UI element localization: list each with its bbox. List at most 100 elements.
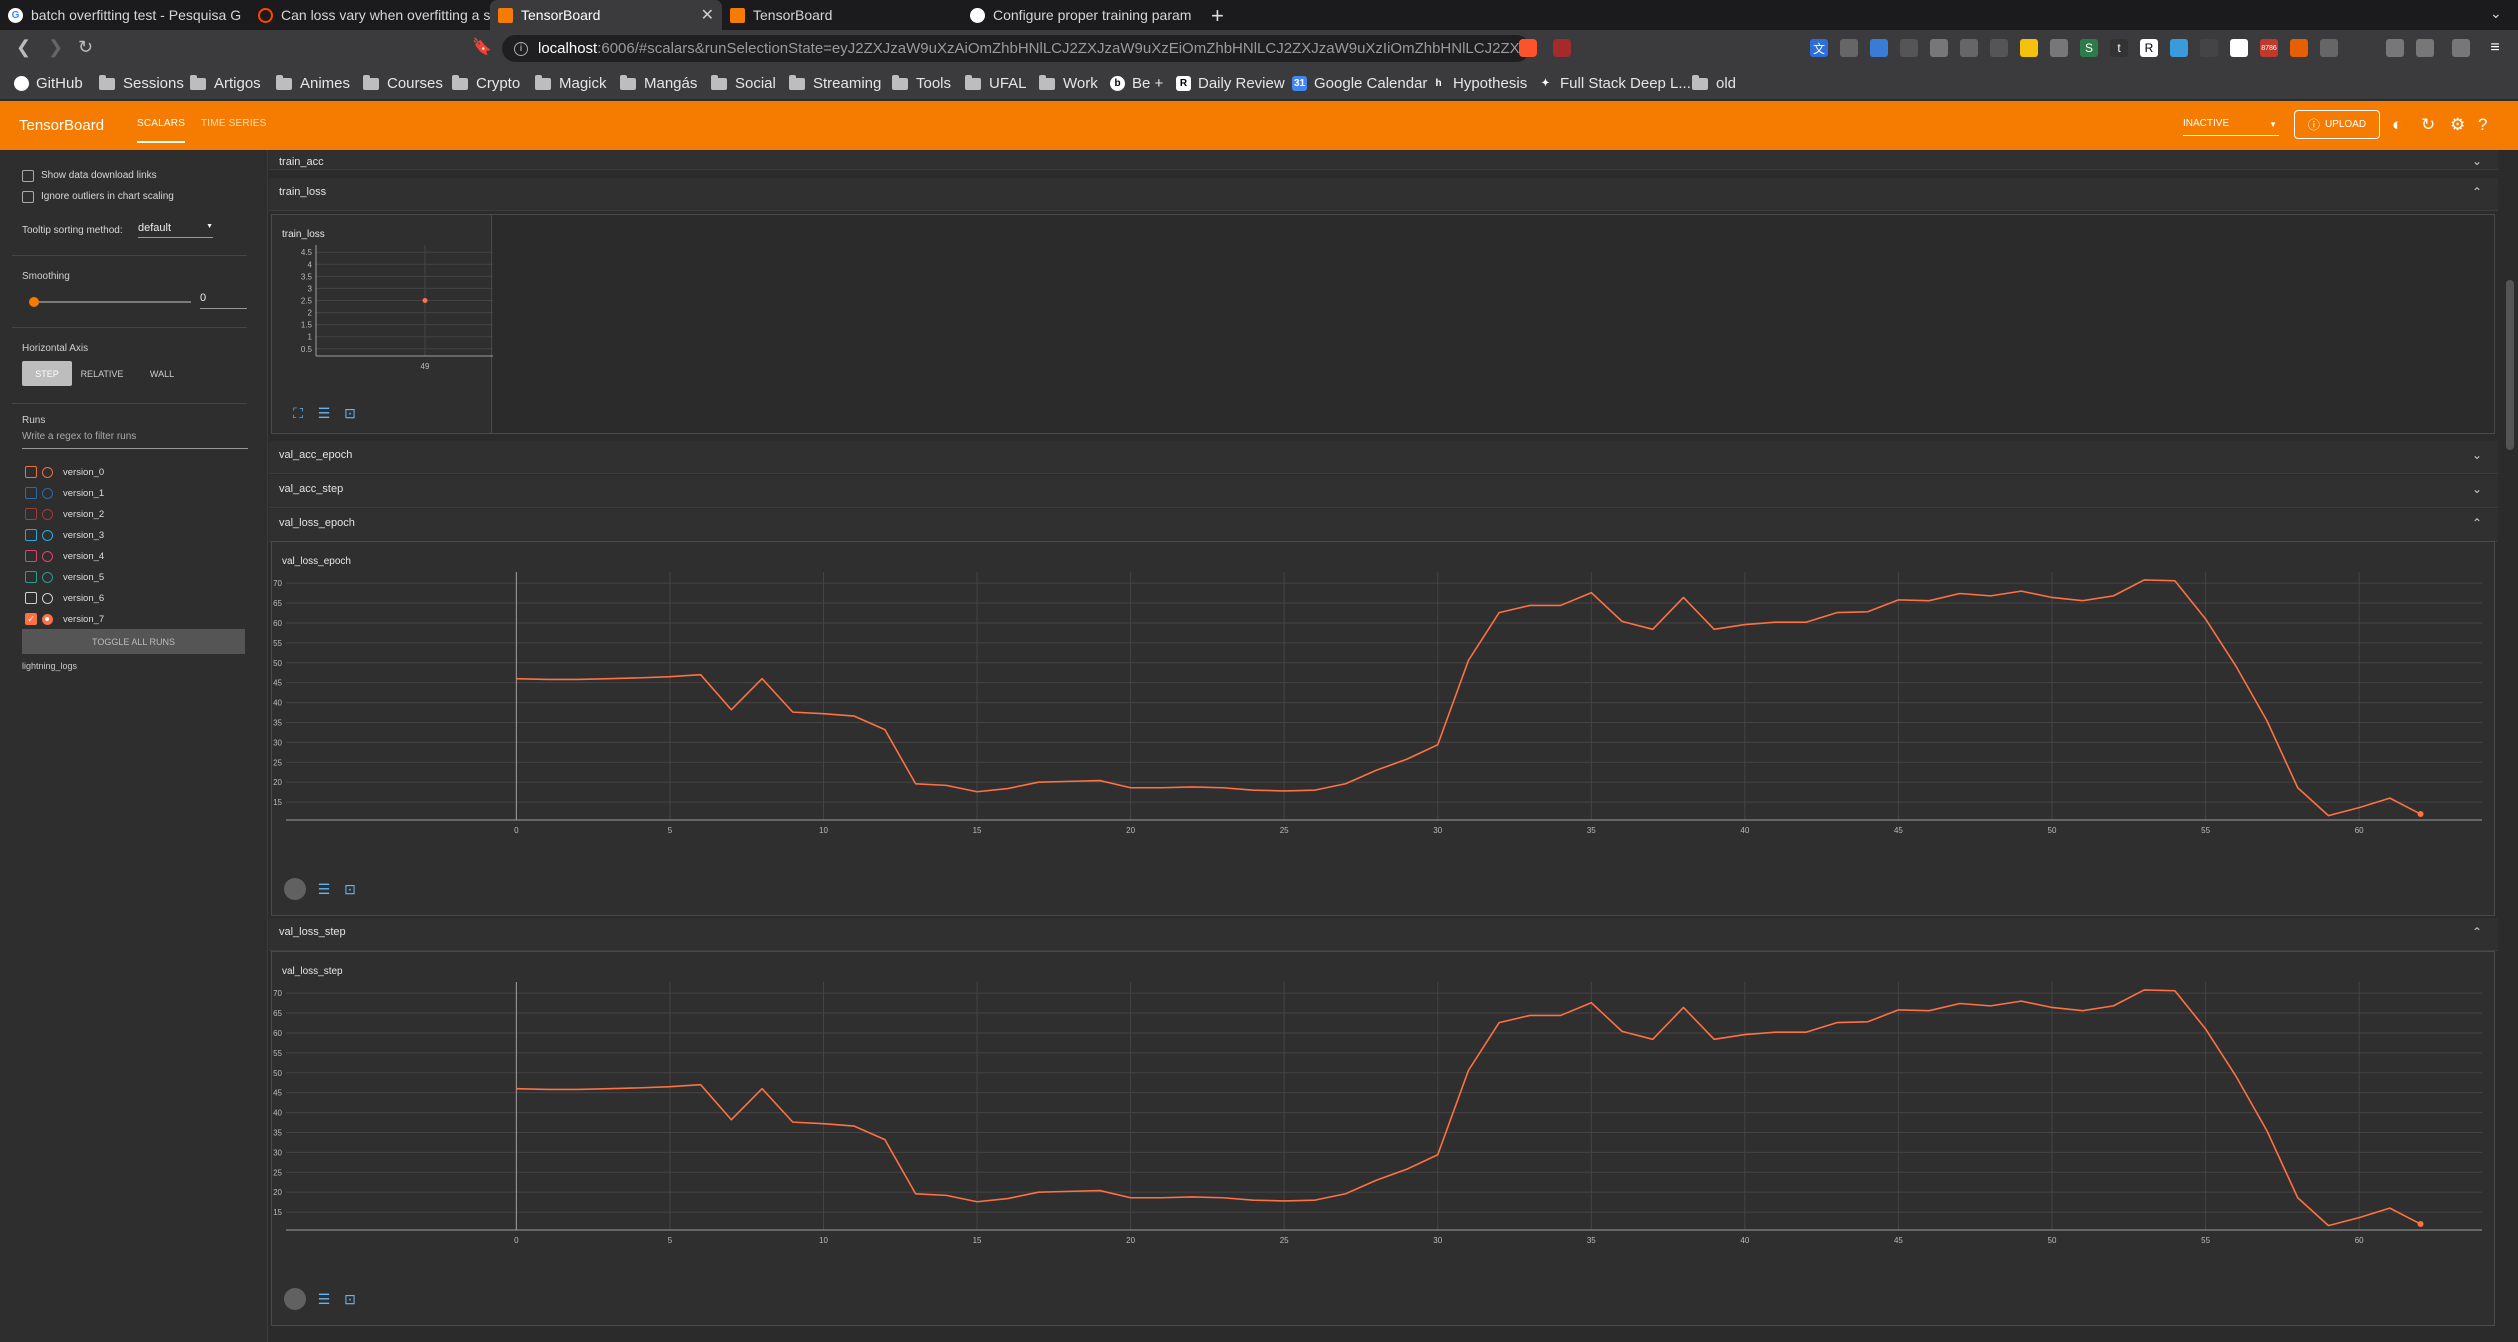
tab-list-chevron-icon[interactable]: ⌄ — [2490, 5, 2502, 22]
translate-icon[interactable]: 文 — [1810, 39, 1828, 57]
refresh-icon[interactable]: ↻ — [2421, 115, 2435, 135]
bookmark-courses[interactable]: Courses — [363, 74, 443, 92]
bookmark-icon[interactable]: 🔖 — [472, 37, 492, 57]
show-download-links-checkbox[interactable] — [22, 170, 34, 182]
smoothing-slider-thumb[interactable] — [29, 297, 39, 307]
group-val-acc-step[interactable]: val_acc_step ⌄ — [269, 475, 2498, 508]
bookmark-be-plus[interactable]: b Be + — [1110, 75, 1163, 92]
run-checkbox[interactable] — [25, 529, 37, 541]
r-icon[interactable]: R — [2140, 39, 2158, 57]
back-icon[interactable]: ❮ — [16, 37, 31, 58]
ignore-outliers-checkbox[interactable] — [22, 191, 34, 203]
grid-icon[interactable] — [2050, 39, 2068, 57]
run-color-dot[interactable] — [42, 613, 53, 625]
tab-time-series[interactable]: TIME SERIES — [201, 118, 267, 129]
fullscreen-icon[interactable]: ⛶ — [290, 405, 306, 421]
tooltip-sorting-select[interactable]: default ▼ — [138, 222, 213, 238]
close-tab-icon[interactable]: ✕ — [701, 5, 714, 25]
run-checkbox[interactable] — [25, 592, 37, 604]
camera-icon[interactable] — [1840, 39, 1858, 57]
bookmark-google-calendar[interactable]: 31 Google Calendar — [1292, 75, 1427, 92]
run-row-version-4[interactable]: version_4 — [25, 549, 104, 563]
run-row-version-0[interactable]: version_0 — [25, 465, 104, 479]
s-icon[interactable]: S — [2080, 39, 2098, 57]
settings-gear-icon[interactable]: ⚙ — [2450, 115, 2465, 135]
menu-icon[interactable]: ≡ — [2486, 39, 2504, 57]
bookmark-magick[interactable]: Magick — [535, 74, 607, 92]
image-icon[interactable] — [1900, 39, 1918, 57]
run-color-dot[interactable] — [42, 571, 53, 583]
toggle-data-table-icon[interactable]: ☰ — [316, 405, 332, 421]
group-val-loss-epoch[interactable]: val_loss_epoch ⌃ — [269, 509, 2498, 542]
smoothing-input[interactable]: 0 — [200, 292, 247, 309]
run-checkbox[interactable] — [25, 550, 37, 562]
fit-domain-icon[interactable]: ⊡ — [342, 881, 358, 897]
run-checkbox[interactable] — [25, 571, 37, 583]
bookmark-social[interactable]: Social — [711, 74, 776, 92]
axis-wall-button[interactable]: WALL — [132, 361, 192, 386]
axis-step-button[interactable]: STEP — [22, 361, 72, 386]
brave-shields-icon[interactable] — [1519, 39, 1537, 57]
bookmark-hypothesis[interactable]: h Hypothesis — [1431, 75, 1527, 92]
bookmark-artigos[interactable]: Artigos — [190, 74, 261, 92]
bell-icon[interactable] — [2200, 39, 2218, 57]
reload-status-select[interactable]: INACTIVE ▼ — [2183, 118, 2279, 136]
run-checkbox[interactable] — [25, 508, 37, 520]
reload-icon[interactable]: ↻ — [78, 37, 93, 58]
t-icon[interactable]: t — [2110, 39, 2128, 57]
bookmark-sessions[interactable]: Sessions — [99, 74, 184, 92]
toggle-data-table-icon[interactable]: ☰ — [316, 881, 332, 897]
bookmark-daily-review[interactable]: R Daily Review — [1176, 75, 1285, 92]
fit-domain-icon[interactable]: ⊡ — [342, 1291, 358, 1307]
smoothing-slider-track[interactable] — [33, 301, 191, 303]
group-train-loss[interactable]: train_loss ⌃ — [269, 178, 2498, 211]
run-color-dot[interactable] — [42, 466, 53, 478]
highlighter-icon[interactable] — [2020, 39, 2038, 57]
bookmark-streaming[interactable]: Streaming — [789, 74, 881, 92]
group-val-loss-step[interactable]: val_loss_step ⌃ — [269, 918, 2498, 951]
glasses-icon[interactable] — [2320, 39, 2338, 57]
run-row-version-2[interactable]: version_2 — [25, 507, 104, 521]
bookmark-old[interactable]: old — [1692, 74, 1736, 92]
extension-icon[interactable] — [1870, 39, 1888, 57]
bookmark-ufal[interactable]: UFAL — [965, 74, 1027, 92]
browser-tab-2[interactable]: TensorBoard ✕ — [490, 0, 722, 30]
list-icon[interactable] — [1960, 39, 1978, 57]
axis-relative-button[interactable]: RELATIVE — [72, 361, 132, 386]
run-row-version-6[interactable]: version_6 — [25, 591, 104, 605]
browser-tab-4[interactable]: Configure proper training param — [962, 0, 1202, 30]
bookmark-animes[interactable]: Animes — [276, 74, 350, 92]
bookmark-full-stack-deep-learning[interactable]: ✦ Full Stack Deep L... — [1538, 75, 1691, 92]
brave-rewards-icon[interactable] — [1553, 39, 1571, 57]
group-val-acc-epoch[interactable]: val_acc_epoch ⌄ — [269, 441, 2498, 474]
document-icon[interactable] — [1930, 39, 1948, 57]
fullscreen-icon[interactable] — [284, 878, 306, 900]
run-checkbox[interactable] — [25, 487, 37, 499]
mail-badge-icon[interactable]: 8786 — [2260, 39, 2278, 57]
run-color-dot[interactable] — [42, 550, 53, 562]
address-bar[interactable]: i localhost:6006/#scalars&runSelectionSt… — [502, 35, 1530, 62]
fit-domain-icon[interactable]: ⊡ — [342, 405, 358, 421]
group-train-acc[interactable]: train_acc ⌄ — [269, 150, 2498, 170]
run-checkbox[interactable] — [25, 466, 37, 478]
browser-tab-0[interactable]: G batch overfitting test - Pesquisa G — [0, 0, 250, 30]
run-color-dot[interactable] — [42, 487, 53, 499]
help-icon[interactable]: ? — [2478, 115, 2487, 135]
scrollbar-thumb[interactable] — [2506, 280, 2514, 450]
upload-button[interactable]: ⓘ UPLOAD — [2294, 110, 2380, 139]
run-color-dot[interactable] — [42, 529, 53, 541]
dark-mode-icon[interactable]: ◐ — [2392, 115, 2402, 135]
bookmark-crypto[interactable]: Crypto — [452, 74, 520, 92]
bookmark-work[interactable]: Work — [1039, 74, 1098, 92]
firefox-icon[interactable] — [2290, 39, 2308, 57]
split-view-icon[interactable] — [2416, 39, 2434, 57]
train-loss-chart[interactable]: 0.5 1 1.5 2 2.5 3 3.5 4 4.5 49 — [272, 245, 493, 375]
tab-scalars[interactable]: SCALARS — [137, 118, 186, 143]
page-scrollbar[interactable] — [2500, 150, 2518, 1342]
run-row-version-1[interactable]: version_1 — [25, 486, 104, 500]
run-row-version-7[interactable]: ✓ version_7 — [25, 612, 104, 626]
run-checkbox-checked[interactable]: ✓ — [25, 613, 37, 625]
run-row-version-5[interactable]: version_5 — [25, 570, 104, 584]
browser-tab-3[interactable]: TensorBoard — [722, 0, 962, 30]
run-row-version-3[interactable]: version_3 — [25, 528, 104, 542]
